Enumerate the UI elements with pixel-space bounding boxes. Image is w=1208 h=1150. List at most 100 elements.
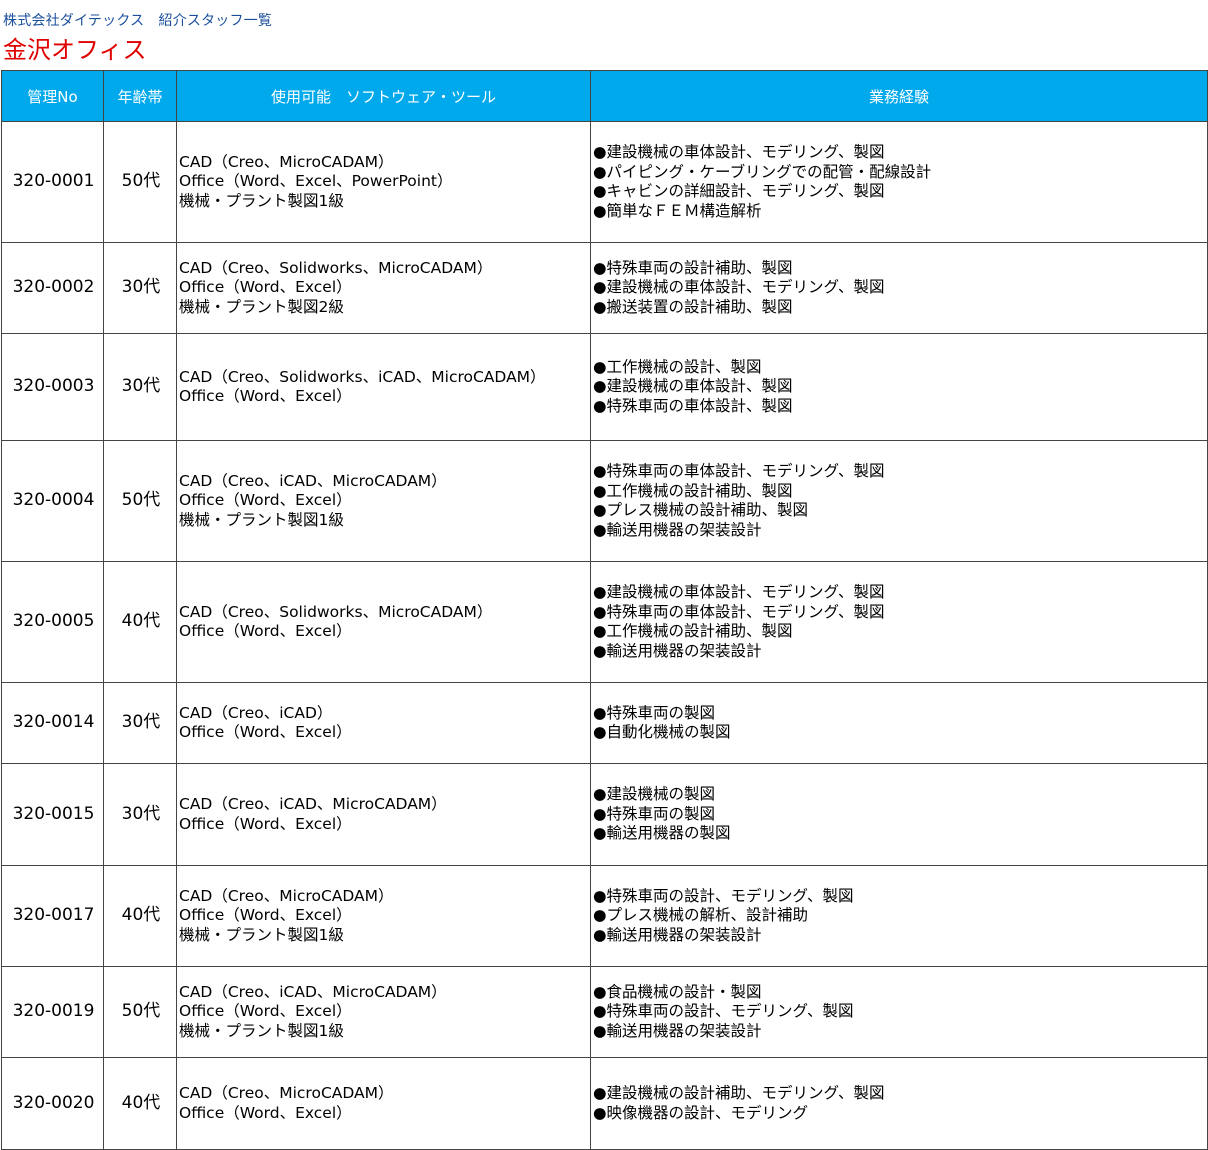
experience-line: ●特殊車両の設計、モデリング、製図 [593, 1002, 854, 1021]
experience-line: ●特殊車両の設計補助、製図 [593, 258, 793, 277]
cell-tools: CAD（Creo、iCAD） Office（Word、Excel） [176, 682, 591, 764]
cell-experience: ●特殊車両の製図 ●自動化機械の製図 [590, 682, 1208, 764]
experience-line: ●キャビンの詳細設計、モデリング、製図 [593, 182, 885, 200]
tool-line: CAD（Creo、MicroCADAM） [179, 152, 394, 171]
table-row: 320-0020 40代 CAD（Creo、MicroCADAM） Office（Wo… [1, 1057, 1208, 1150]
tool-line: Office（Word、Excel） [179, 491, 352, 510]
cell-experience: ●建設機械の設計補助、モデリング、製図 ●映像機器の設計、モデリング [590, 1057, 1208, 1150]
experience-line: ●建設機械の設計補助、モデリング、製図 [593, 1084, 885, 1102]
table-row: 320-0019 50代 CAD（Creo、iCAD、MicroCADAM） Offi… [1, 966, 1208, 1058]
cell-experience: ●特殊車両の設計、モデリング、製図 ●プレス機械の解析、設計補助 ●輸送用機器の架装… [590, 865, 1208, 967]
cell-management-no: 320-0002 [1, 242, 104, 334]
cell-experience: ●食品機械の設計・製図 ●特殊車両の設計、モデリング、製図 ●輸送用機器の架装設計 [590, 966, 1208, 1058]
tool-line: CAD（Creo、iCAD） [179, 703, 333, 722]
tool-line: CAD（Creo、MicroCADAM） [179, 886, 394, 905]
experience-line: ●プレス機械の設計補助、製図 [593, 501, 809, 519]
cell-age-band: 30代 [103, 242, 177, 334]
tool-line: CAD（Creo、MicroCADAM） [179, 1084, 394, 1102]
tool-line: CAD（Creo、Solidworks、MicroCADAM） [179, 258, 493, 277]
experience-line: ●輸送用機器の製図 [593, 824, 731, 843]
experience-line: ●輸送用機器の架装設計 [593, 641, 762, 660]
table-body: 320-0001 50代 CAD（Creo、MicroCADAM） Office（Wo… [1, 121, 1208, 1150]
experience-line: ●パイピング・ケーブリングでの配管・配線設計 [593, 162, 932, 181]
tool-line: Office（Word、Excel） [179, 906, 352, 925]
table-row: 320-0004 50代 CAD（Creo、iCAD、MicroCADAM） Offi… [1, 440, 1208, 562]
tool-line: CAD（Creo、iCAD、MicroCADAM） [179, 795, 447, 813]
column-header-tools: 使用可能 ソフトウェア・ツール [176, 70, 591, 122]
cell-management-no: 320-0001 [1, 121, 104, 243]
cell-tools: CAD（Creo、Solidworks、iCAD、MicroCADAM） Offi… [176, 333, 591, 441]
tool-line: CAD（Creo、iCAD、MicroCADAM） [179, 471, 447, 490]
tool-line: Office（Word、Excel、PowerPoint） [179, 172, 453, 191]
office-title: 金沢オフィス [3, 36, 147, 64]
tool-line: 機械・プラント製図2級 [179, 297, 344, 316]
experience-line: ●特殊車両の車体設計、モデリング、製図 [593, 462, 885, 480]
experience-line: ●建設機械の製図 [593, 785, 716, 804]
experience-line: ●特殊車両の製図 [593, 804, 716, 823]
experience-line: ●輸送用機器の架装設計 [593, 520, 762, 539]
tool-line: CAD（Creo、iCAD、MicroCADAM） [179, 982, 447, 1001]
experience-line: ●プレス機械の解析、設計補助 [593, 906, 809, 925]
experience-line: ●特殊車両の車体設計、製図 [593, 396, 793, 415]
experience-line: ●建設機械の車体設計、モデリング、製図 [593, 278, 885, 297]
cell-tools: CAD（Creo、MicroCADAM） Office（Word、Excel） 機械… [176, 865, 591, 967]
experience-line: ●工作機械の設計補助、製図 [593, 622, 793, 640]
cell-tools: CAD（Creo、iCAD、MicroCADAM） Office（Word、Exc… [176, 440, 591, 562]
staff-table: 管理No 年齢帯 使用可能 ソフトウェア・ツール 業務経験 320-0001 50… [1, 70, 1208, 1150]
cell-experience: ●建設機械の車体設計、モデリング、製図 ●特殊車両の車体設計、モデリング、製図 ●工… [590, 561, 1208, 683]
cell-experience: ●特殊車両の車体設計、モデリング、製図 ●工作機械の設計補助、製図 ●プレス機械の設… [590, 440, 1208, 562]
tool-line: 機械・プラント製図1級 [179, 510, 344, 529]
tool-line: Office（Word、Excel） [179, 278, 352, 297]
cell-age-band: 50代 [103, 440, 177, 562]
cell-experience: ●建設機械の車体設計、モデリング、製図 ●パイピング・ケーブリングでの配管・配線設… [590, 121, 1208, 243]
experience-line: ●映像機器の設計、モデリング [593, 1103, 809, 1122]
table-row: 320-0014 30代 CAD（Creo、iCAD） Office（Word、Exc… [1, 682, 1208, 764]
tool-line: 機械・プラント製図1級 [179, 925, 344, 944]
company-title: 株式会社ダイテックス 紹介スタッフ一覧 [3, 13, 273, 29]
cell-age-band: 30代 [103, 682, 177, 764]
experience-line: ●特殊車両の車体設計、モデリング、製図 [593, 602, 885, 621]
experience-line: ●食品機械の設計・製図 [593, 982, 762, 1001]
table-row: 320-0002 30代 CAD（Creo、Solidworks、MicroCADA… [1, 242, 1208, 334]
cell-tools: CAD（Creo、Solidworks、MicroCADAM） Office（Wo… [176, 242, 591, 334]
tool-line: Office（Word、Excel） [179, 1103, 352, 1122]
experience-line: ●自動化機械の製図 [593, 723, 731, 741]
cell-experience: ●建設機械の製図 ●特殊車両の製図 ●輸送用機器の製図 [590, 763, 1208, 866]
cell-tools: CAD（Creo、Solidworks、MicroCADAM） Office（Wo… [176, 561, 591, 683]
experience-line: ●搬送装置の設計補助、製図 [593, 297, 793, 316]
cell-age-band: 40代 [103, 1057, 177, 1150]
experience-line: ●工作機械の設計、製図 [593, 357, 762, 376]
cell-management-no: 320-0020 [1, 1057, 104, 1150]
experience-line: ●建設機械の車体設計、モデリング、製図 [593, 583, 885, 601]
table-header-row: 管理No 年齢帯 使用可能 ソフトウェア・ツール 業務経験 [1, 70, 1208, 122]
table-row: 320-0005 40代 CAD（Creo、Solidworks、MicroCADA… [1, 561, 1208, 683]
cell-management-no: 320-0004 [1, 440, 104, 562]
cell-tools: CAD（Creo、MicroCADAM） Office（Word、Excel） [176, 1057, 591, 1150]
experience-line: ●建設機械の車体設計、モデリング、製図 [593, 143, 885, 161]
cell-experience: ●特殊車両の設計補助、製図 ●建設機械の車体設計、モデリング、製図 ●搬送装置の設計… [590, 242, 1208, 334]
cell-tools: CAD（Creo、iCAD、MicroCADAM） Office（Word、Exc… [176, 763, 591, 866]
tool-line: 機械・プラント製図1級 [179, 1021, 344, 1040]
cell-management-no: 320-0019 [1, 966, 104, 1058]
column-header-no: 管理No [1, 70, 104, 122]
experience-line: ●工作機械の設計補助、製図 [593, 481, 793, 500]
cell-age-band: 50代 [103, 121, 177, 243]
cell-age-band: 40代 [103, 865, 177, 967]
cell-management-no: 320-0015 [1, 763, 104, 866]
tool-line: CAD（Creo、Solidworks、iCAD、MicroCADAM） [179, 367, 546, 386]
cell-management-no: 320-0014 [1, 682, 104, 764]
experience-line: ●簡単なＦＥＭ構造解析 [593, 201, 762, 220]
cell-management-no: 320-0017 [1, 865, 104, 967]
tool-line: Office（Word、Excel） [179, 1002, 352, 1021]
column-header-age: 年齢帯 [103, 70, 177, 122]
table-row: 320-0017 40代 CAD（Creo、MicroCADAM） Office（Wo… [1, 865, 1208, 967]
experience-line: ●特殊車両の製図 [593, 703, 716, 722]
cell-tools: CAD（Creo、iCAD、MicroCADAM） Office（Word、Exc… [176, 966, 591, 1058]
cell-age-band: 40代 [103, 561, 177, 683]
tool-line: Office（Word、Excel） [179, 723, 352, 741]
tool-line: Office（Word、Excel） [179, 622, 352, 640]
table-row: 320-0015 30代 CAD（Creo、iCAD、MicroCADAM） Offi… [1, 763, 1208, 866]
table-row: 320-0001 50代 CAD（Creo、MicroCADAM） Office（Wo… [1, 121, 1208, 243]
cell-age-band: 50代 [103, 966, 177, 1058]
tool-line: CAD（Creo、Solidworks、MicroCADAM） [179, 602, 493, 621]
